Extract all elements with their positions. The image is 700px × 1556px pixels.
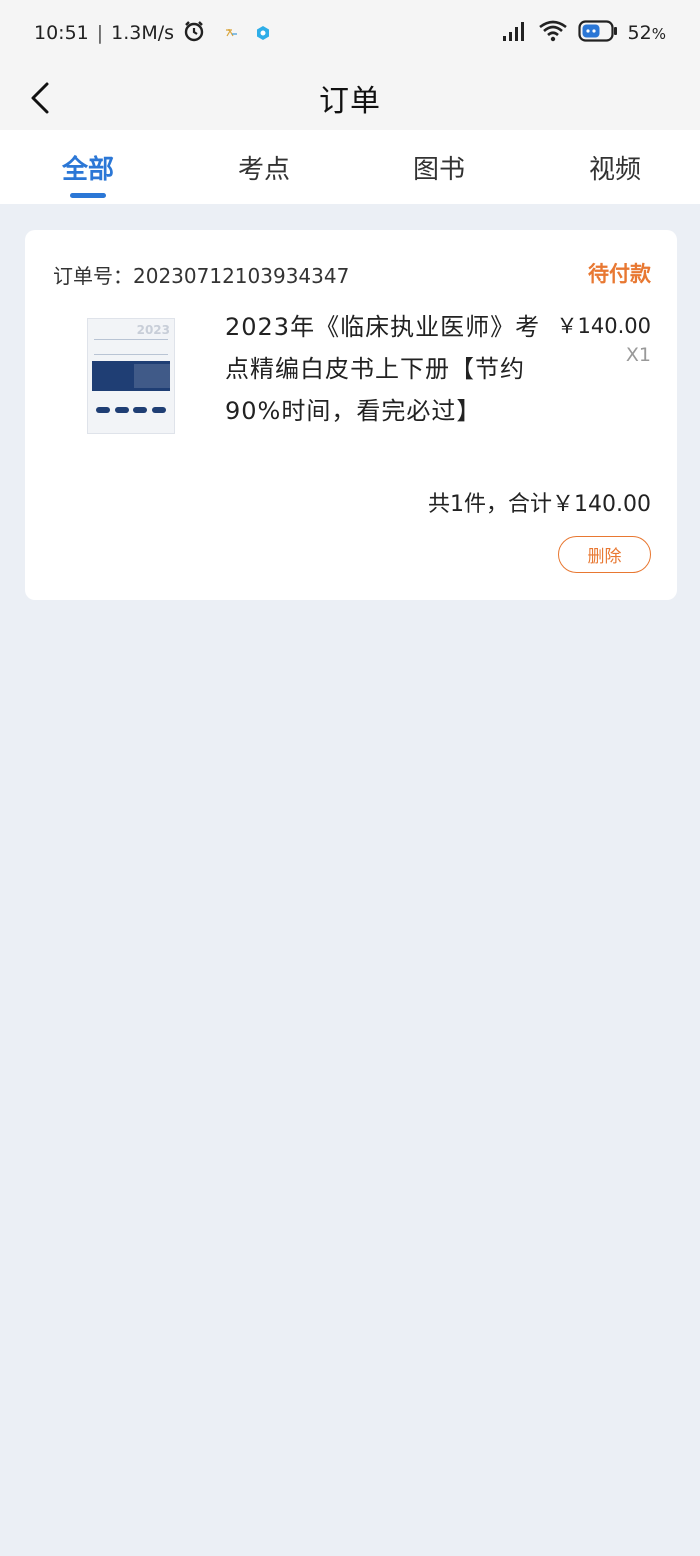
tab-label: 图书 <box>412 154 465 185</box>
tab-label: 视频 <box>588 154 641 185</box>
tab-label: 考点 <box>237 154 290 185</box>
chevron-left-icon <box>31 82 49 114</box>
cover-dots <box>96 407 166 413</box>
clock-time: 10:51 <box>34 22 89 44</box>
alarm-icon <box>182 19 206 48</box>
tab-bar: 全部 考点 图书 视频 <box>0 130 700 204</box>
status-left: 10:51 | 1.3M/s <box>34 19 272 48</box>
tab-key-points[interactable]: 考点 <box>204 130 324 204</box>
battery-level: 52% <box>628 22 666 44</box>
status-separator: | <box>96 22 104 44</box>
translate-icon <box>222 24 240 42</box>
delete-order-button[interactable]: 删除 <box>558 536 651 573</box>
order-number: 订单号：20230712103934347 <box>53 264 350 288</box>
cover-subtitle-strip <box>94 339 168 355</box>
battery-icon <box>577 19 618 48</box>
nav-bar: 订单 <box>0 66 700 130</box>
cover-year: 2023 <box>136 323 170 337</box>
network-speed: 1.3M/s <box>111 22 175 44</box>
order-total: 共1件，合计￥140.00 <box>428 492 651 517</box>
tab-videos[interactable]: 视频 <box>555 130 675 204</box>
app-notification-icon <box>254 24 272 42</box>
status-right: 52% <box>502 19 666 48</box>
battery-percent: 52 <box>627 22 652 44</box>
product-price: ￥140.00 <box>556 314 651 338</box>
status-bar: 10:51 | 1.3M/s 52% <box>0 0 700 66</box>
tab-label: 全部 <box>61 154 114 185</box>
order-status-badge: 待付款 <box>588 262 651 286</box>
active-tab-indicator <box>70 193 106 198</box>
battery-unit: % <box>651 25 666 43</box>
tab-all[interactable]: 全部 <box>28 130 148 204</box>
order-card[interactable]: 订单号：20230712103934347 待付款 2023 2023年《临床执… <box>25 230 677 600</box>
product-quantity: X1 <box>625 344 651 366</box>
product-title[interactable]: 2023年《临床执业医师》考点精编白皮书上下册【节约90%时间，看完必过】 <box>225 306 545 432</box>
wifi-icon <box>538 20 568 47</box>
page-title: 订单 <box>319 84 381 119</box>
signal-icon <box>502 21 528 46</box>
back-button[interactable] <box>22 76 58 120</box>
cover-title-box <box>134 364 170 388</box>
tab-books[interactable]: 图书 <box>379 130 499 204</box>
product-cover-image[interactable]: 2023 <box>87 318 175 434</box>
